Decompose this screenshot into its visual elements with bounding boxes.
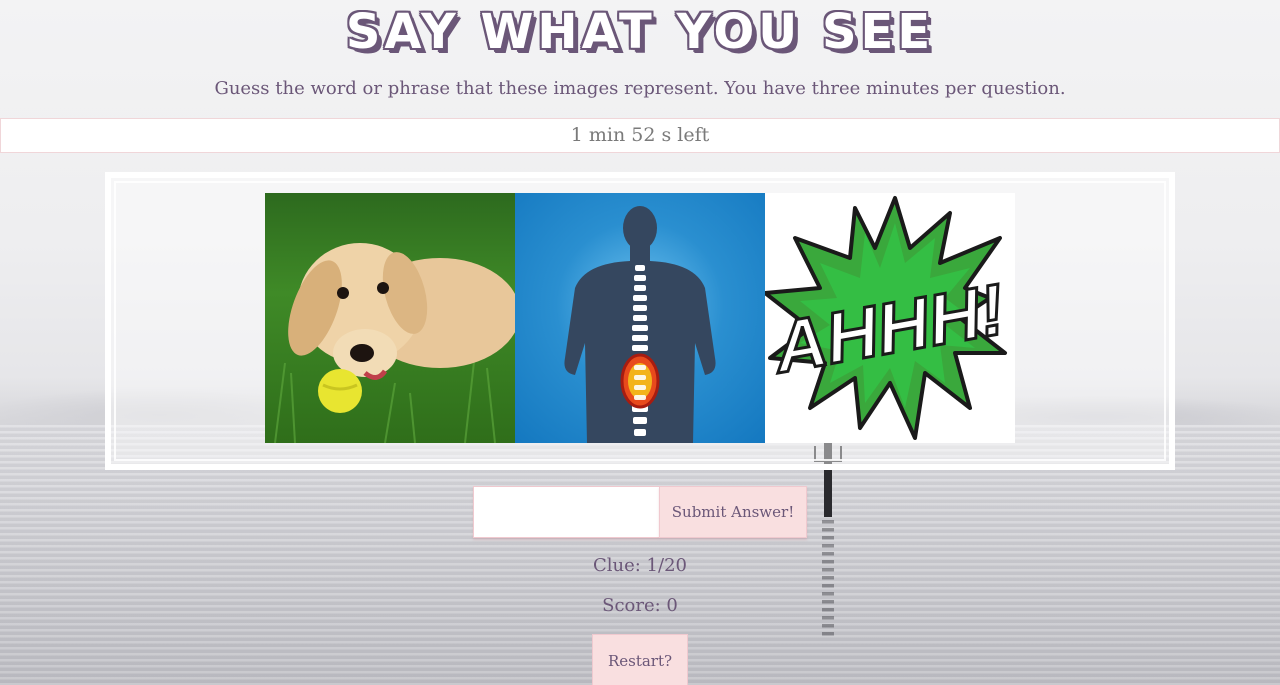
page-title: SAY WHAT YOU SEE xyxy=(345,4,935,60)
clue-image-1 xyxy=(265,193,515,443)
clue-image-2 xyxy=(515,193,765,443)
countdown-timer: 1 min 52 s left xyxy=(0,118,1280,153)
clue-counter: Clue: 1/20 xyxy=(593,555,687,576)
score-display: Score: 0 xyxy=(602,595,678,616)
submit-answer-button[interactable]: Submit Answer! xyxy=(659,486,807,538)
clue-image-3: AHHH! xyxy=(765,193,1015,443)
puppy-with-ball-icon xyxy=(274,243,515,443)
ahhh-exclamation-icon: AHHH! xyxy=(765,196,1012,440)
instructions-text: Guess the word or phrase that these imag… xyxy=(214,78,1066,99)
answer-input[interactable] xyxy=(473,486,659,538)
restart-button[interactable]: Restart? xyxy=(592,634,688,685)
answer-form: Submit Answer! xyxy=(473,486,807,538)
spine-back-pain-icon xyxy=(564,206,716,443)
